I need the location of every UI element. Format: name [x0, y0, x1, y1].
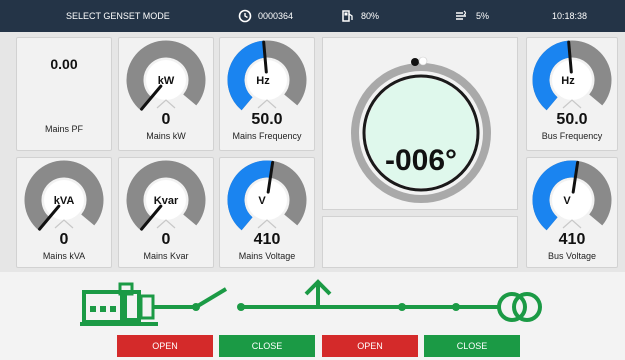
mains-voltage-card: V 410 Mains Voltage [219, 157, 315, 268]
bus-frequency-card: Hz 50.0 Bus Frequency [526, 37, 618, 151]
mains-kva-title: Mains kVA [42, 251, 86, 261]
sync-reference-dot [418, 56, 428, 66]
mains-pf-title: Mains PF [44, 124, 83, 134]
mains-kw-unit: kW [158, 75, 175, 87]
bus-voltage-value: 410 [558, 231, 586, 248]
mains-voltage-gauge: V [227, 160, 307, 231]
engine-hours-value: 0000364 [258, 11, 294, 21]
mains-kvar-title: Mains Kvar [143, 251, 189, 261]
mains-voltage-unit: V [258, 195, 266, 207]
mains-frequency-value: 50.0 [251, 111, 283, 128]
bus-voltage-gauge: V [532, 160, 612, 231]
mains-kw-value: 0 [161, 111, 171, 128]
synchroscope-dial [351, 56, 491, 203]
genset-breaker-switch-open[interactable] [194, 287, 228, 309]
select-genset-mode-button[interactable]: SELECT GENSET MODE [66, 0, 170, 32]
sync-phase-angle: -006° [384, 144, 458, 177]
transformer-icon[interactable] [497, 292, 542, 322]
time-value: 10:18:38 [552, 11, 588, 21]
mains-breaker-close-button[interactable]: CLOSE [424, 335, 520, 357]
mains-frequency-unit: Hz [256, 75, 270, 87]
exhaust-icon [454, 9, 470, 23]
mains-pf-value: 0.00 [50, 56, 78, 72]
mains-frequency-title: Mains Frequency [232, 131, 302, 141]
genset-breaker-open-button[interactable]: OPEN [117, 335, 213, 357]
bus-voltage-card: V 410 Bus Voltage [526, 157, 618, 268]
bus-frequency-unit: Hz [561, 75, 575, 87]
clock-icon [238, 9, 252, 23]
blank-panel [322, 216, 518, 268]
mains-kvar-card: Kvar 0 Mains Kvar [118, 157, 214, 268]
generator-icon[interactable] [80, 282, 158, 326]
bus-frequency-value: 50.0 [556, 111, 588, 128]
exhaust-value: 5% [476, 11, 490, 21]
fuel-level-readout: 80% [341, 0, 379, 32]
sync-pointer-dot [411, 58, 419, 66]
fuel-level-value: 80% [361, 11, 380, 21]
mains-kw-gauge: kW [126, 40, 206, 111]
bus-voltage-title: Bus Voltage [547, 251, 597, 261]
fuel-pump-icon [341, 9, 355, 23]
mains-kva-value: 0 [59, 231, 69, 248]
mains-kvar-gauge: Kvar [126, 160, 206, 231]
mains-kw-card: kW 0 Mains kW [118, 37, 214, 151]
mains-frequency-card: Hz 50.0 Mains Frequency [219, 37, 315, 151]
load-arrow-icon [304, 279, 332, 307]
bus-frequency-title: Bus Frequency [541, 131, 603, 141]
mains-kva-unit: kVA [54, 195, 75, 207]
mains-kw-title: Mains kW [146, 131, 186, 141]
mains-kvar-value: 0 [161, 231, 171, 248]
mains-kva-gauge: kVA [24, 160, 104, 231]
engine-hours-readout: 0000364 [238, 0, 293, 32]
mains-breaker-open-button[interactable]: OPEN [322, 335, 418, 357]
mains-kvar-unit: Kvar [154, 195, 179, 207]
clock-time: 10:18:38 [552, 0, 587, 32]
exhaust-readout: 5% [454, 0, 489, 32]
mains-kva-card: kVA 0 Mains kVA [16, 157, 112, 268]
mains-frequency-gauge: Hz [227, 40, 307, 111]
mains-voltage-title: Mains Voltage [238, 251, 296, 261]
top-bar: SELECT GENSET MODE 0000364 80% 5% 10:18:… [0, 0, 625, 32]
mains-pf-card: 0.00 Mains PF [16, 37, 112, 151]
bus-frequency-gauge: Hz [532, 40, 612, 111]
bus-voltage-unit: V [563, 195, 571, 207]
mains-breaker-node [398, 303, 406, 311]
genset-breaker-close-button[interactable]: CLOSE [219, 335, 315, 357]
synchroscope-card: -006° [322, 37, 518, 210]
genset-mode-label: SELECT GENSET MODE [66, 11, 170, 21]
mains-voltage-value: 410 [253, 231, 281, 248]
